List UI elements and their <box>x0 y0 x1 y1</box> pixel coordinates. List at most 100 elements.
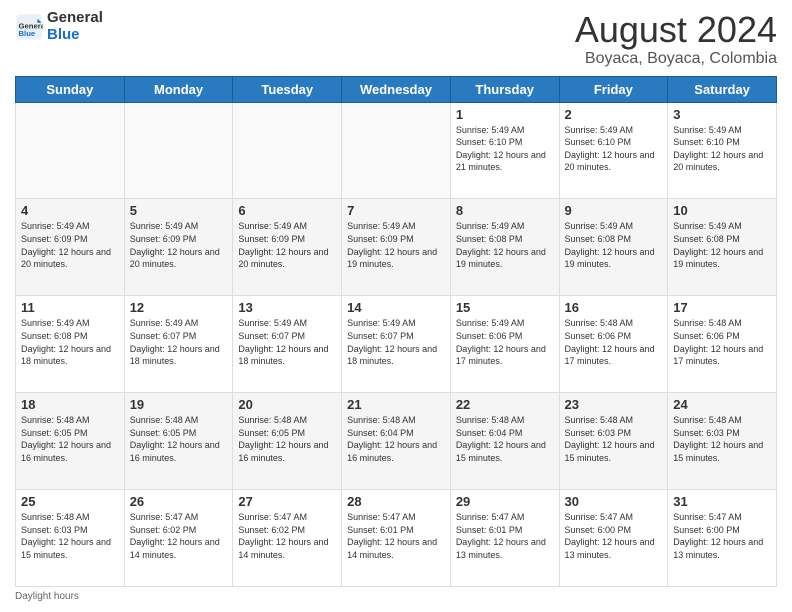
day-number: 12 <box>130 300 228 315</box>
svg-text:Blue: Blue <box>19 29 36 38</box>
day-info: Sunrise: 5:49 AMSunset: 6:07 PMDaylight:… <box>130 317 228 367</box>
calendar-cell: 15Sunrise: 5:49 AMSunset: 6:06 PMDayligh… <box>450 296 559 393</box>
day-number: 20 <box>238 397 336 412</box>
day-info: Sunrise: 5:49 AMSunset: 6:07 PMDaylight:… <box>238 317 336 367</box>
day-number: 13 <box>238 300 336 315</box>
day-number: 2 <box>565 107 663 122</box>
calendar-cell: 24 Sunrise: 5:48 AMSunset: 6:03 PMDayligh… <box>668 393 777 490</box>
day-number: 10 <box>673 203 771 218</box>
logo-general: General <box>47 10 103 27</box>
day-info: Sunrise: 5:49 AMSunset: 6:08 PMDaylight:… <box>456 220 554 270</box>
day-info: Sunrise: 5:48 AMSunset: 6:04 PMDaylight:… <box>347 414 445 464</box>
day-number: 24 <box>673 397 771 412</box>
day-info: Sunrise: 5:47 AMSunset: 6:02 PMDaylight:… <box>130 511 228 561</box>
calendar-cell: 14 Sunrise: 5:49 AMSunset: 6:07 PMDayligh… <box>342 296 451 393</box>
calendar-cell: 20Sunrise: 5:48 AMSunset: 6:05 PMDayligh… <box>233 393 342 490</box>
calendar-cell: 11Sunrise: 5:49 AMSunset: 6:08 PMDayligh… <box>16 296 125 393</box>
calendar-cell: 30Sunrise: 5:47 AMSunset: 6:00 PMDayligh… <box>559 490 668 587</box>
day-number: 5 <box>130 203 228 218</box>
day-info: Sunrise: 5:48 AMSunset: 6:03 PMDaylight:… <box>673 414 771 464</box>
day-info: Sunrise: 5:49 AMSunset: 6:06 PMDaylight:… <box>456 317 554 367</box>
day-info: Sunrise: 5:47 AMSunset: 6:00 PMDaylight:… <box>673 511 771 561</box>
calendar-cell: 18 Sunrise: 5:48 AMSunset: 6:05 PMDayligh… <box>16 393 125 490</box>
calendar-week-row: 4 Sunrise: 5:49 AMSunset: 6:09 PMDaylight… <box>16 199 777 296</box>
day-number: 18 <box>21 397 119 412</box>
col-friday: Friday <box>559 76 668 102</box>
day-info: Sunrise: 5:48 AMSunset: 6:06 PMDaylight:… <box>565 317 663 367</box>
col-saturday: Saturday <box>668 76 777 102</box>
calendar-cell: 3 Sunrise: 5:49 AMSunset: 6:10 PMDaylight… <box>668 102 777 199</box>
calendar-cell: 13 Sunrise: 5:49 AMSunset: 6:07 PMDayligh… <box>233 296 342 393</box>
page: General Blue General Blue August 2024 Bo… <box>0 0 792 612</box>
day-number: 27 <box>238 494 336 509</box>
day-number: 25 <box>21 494 119 509</box>
day-number: 9 <box>565 203 663 218</box>
logo-icon: General Blue <box>15 13 43 41</box>
day-info: Sunrise: 5:48 AMSunset: 6:04 PMDaylight:… <box>456 414 554 464</box>
calendar-cell: 27 Sunrise: 5:47 AMSunset: 6:02 PMDayligh… <box>233 490 342 587</box>
location: Boyaca, Boyaca, Colombia <box>575 50 777 68</box>
day-number: 7 <box>347 203 445 218</box>
day-number: 16 <box>565 300 663 315</box>
calendar-cell: 16 Sunrise: 5:48 AMSunset: 6:06 PMDayligh… <box>559 296 668 393</box>
calendar-cell <box>124 102 233 199</box>
calendar-cell: 1Sunrise: 5:49 AMSunset: 6:10 PMDaylight… <box>450 102 559 199</box>
calendar-cell <box>16 102 125 199</box>
calendar-cell: 4 Sunrise: 5:49 AMSunset: 6:09 PMDaylight… <box>16 199 125 296</box>
day-info: Sunrise: 5:49 AMSunset: 6:08 PMDaylight:… <box>565 220 663 270</box>
day-info: Sunrise: 5:49 AMSunset: 6:09 PMDaylight:… <box>21 220 119 270</box>
col-sunday: Sunday <box>16 76 125 102</box>
calendar-cell: 5 Sunrise: 5:49 AMSunset: 6:09 PMDaylight… <box>124 199 233 296</box>
calendar-cell: 17Sunrise: 5:48 AMSunset: 6:06 PMDayligh… <box>668 296 777 393</box>
day-info: Sunrise: 5:48 AMSunset: 6:03 PMDaylight:… <box>565 414 663 464</box>
day-info: Sunrise: 5:48 AMSunset: 6:03 PMDaylight:… <box>21 511 119 561</box>
col-tuesday: Tuesday <box>233 76 342 102</box>
day-number: 23 <box>565 397 663 412</box>
header: General Blue General Blue August 2024 Bo… <box>15 10 777 68</box>
logo-blue: Blue <box>47 27 103 44</box>
day-number: 17 <box>673 300 771 315</box>
calendar-cell: 31Sunrise: 5:47 AMSunset: 6:00 PMDayligh… <box>668 490 777 587</box>
calendar-cell <box>233 102 342 199</box>
logo: General Blue General Blue <box>15 10 103 43</box>
day-number: 6 <box>238 203 336 218</box>
day-info: Sunrise: 5:47 AMSunset: 6:00 PMDaylight:… <box>565 511 663 561</box>
calendar-cell: 2 Sunrise: 5:49 AMSunset: 6:10 PMDaylight… <box>559 102 668 199</box>
day-info: Sunrise: 5:48 AMSunset: 6:05 PMDaylight:… <box>21 414 119 464</box>
calendar-cell: 21 Sunrise: 5:48 AMSunset: 6:04 PMDayligh… <box>342 393 451 490</box>
day-info: Sunrise: 5:49 AMSunset: 6:10 PMDaylight:… <box>673 124 771 174</box>
calendar-cell: 8 Sunrise: 5:49 AMSunset: 6:08 PMDaylight… <box>450 199 559 296</box>
day-info: Sunrise: 5:49 AMSunset: 6:07 PMDaylight:… <box>347 317 445 367</box>
day-info: Sunrise: 5:49 AMSunset: 6:10 PMDaylight:… <box>565 124 663 174</box>
footer-note: Daylight hours <box>15 591 777 602</box>
day-number: 8 <box>456 203 554 218</box>
calendar-table: Sunday Monday Tuesday Wednesday Thursday… <box>15 76 777 587</box>
day-info: Sunrise: 5:49 AMSunset: 6:09 PMDaylight:… <box>130 220 228 270</box>
day-info: Sunrise: 5:47 AMSunset: 6:02 PMDaylight:… <box>238 511 336 561</box>
calendar-week-row: 1Sunrise: 5:49 AMSunset: 6:10 PMDaylight… <box>16 102 777 199</box>
calendar-cell: 22Sunrise: 5:48 AMSunset: 6:04 PMDayligh… <box>450 393 559 490</box>
col-wednesday: Wednesday <box>342 76 451 102</box>
calendar-cell: 26Sunrise: 5:47 AMSunset: 6:02 PMDayligh… <box>124 490 233 587</box>
col-thursday: Thursday <box>450 76 559 102</box>
col-monday: Monday <box>124 76 233 102</box>
day-info: Sunrise: 5:49 AMSunset: 6:08 PMDaylight:… <box>21 317 119 367</box>
calendar-week-row: 11Sunrise: 5:49 AMSunset: 6:08 PMDayligh… <box>16 296 777 393</box>
calendar-cell: 28Sunrise: 5:47 AMSunset: 6:01 PMDayligh… <box>342 490 451 587</box>
day-info: Sunrise: 5:47 AMSunset: 6:01 PMDaylight:… <box>456 511 554 561</box>
calendar-cell: 6Sunrise: 5:49 AMSunset: 6:09 PMDaylight… <box>233 199 342 296</box>
calendar-header-row: Sunday Monday Tuesday Wednesday Thursday… <box>16 76 777 102</box>
day-number: 19 <box>130 397 228 412</box>
day-info: Sunrise: 5:48 AMSunset: 6:05 PMDaylight:… <box>130 414 228 464</box>
calendar-week-row: 18 Sunrise: 5:48 AMSunset: 6:05 PMDayligh… <box>16 393 777 490</box>
day-info: Sunrise: 5:49 AMSunset: 6:08 PMDaylight:… <box>673 220 771 270</box>
day-number: 21 <box>347 397 445 412</box>
day-info: Sunrise: 5:47 AMSunset: 6:01 PMDaylight:… <box>347 511 445 561</box>
day-number: 14 <box>347 300 445 315</box>
calendar-cell: 29Sunrise: 5:47 AMSunset: 6:01 PMDayligh… <box>450 490 559 587</box>
day-number: 4 <box>21 203 119 218</box>
day-number: 3 <box>673 107 771 122</box>
day-info: Sunrise: 5:49 AMSunset: 6:09 PMDaylight:… <box>347 220 445 270</box>
calendar-cell: 23 Sunrise: 5:48 AMSunset: 6:03 PMDayligh… <box>559 393 668 490</box>
calendar-cell: 10 Sunrise: 5:49 AMSunset: 6:08 PMDayligh… <box>668 199 777 296</box>
